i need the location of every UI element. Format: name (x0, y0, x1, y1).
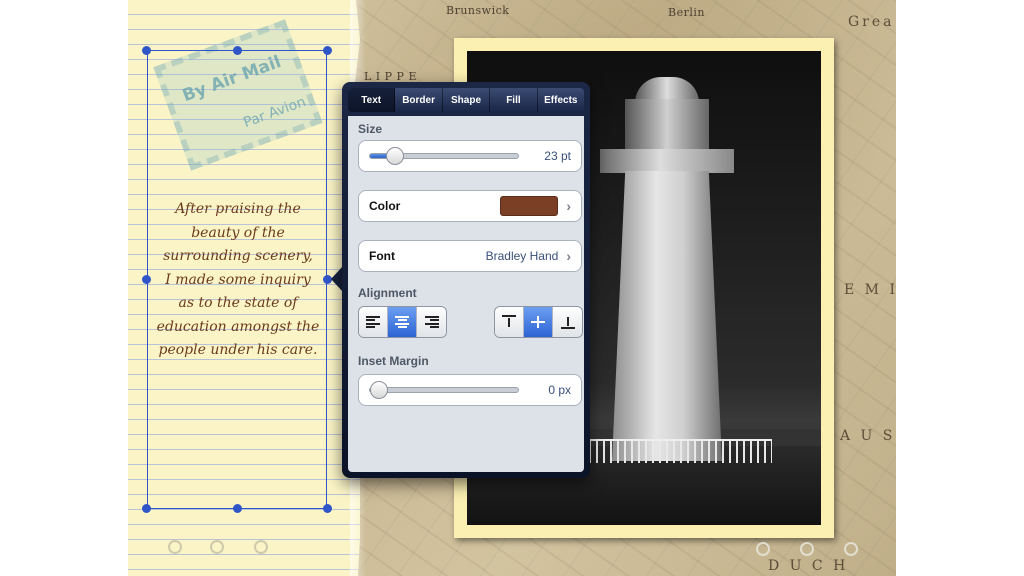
size-slider-knob[interactable] (385, 147, 404, 165)
inset-row: 0 px (358, 374, 582, 406)
lighthouse (612, 171, 722, 461)
resize-handle[interactable] (233, 46, 242, 55)
gear-icon[interactable] (210, 540, 224, 554)
tab-border[interactable]: Border (395, 88, 443, 112)
chevron-right-icon: › (566, 248, 571, 264)
tab-shape[interactable]: Shape (443, 88, 491, 112)
size-slider[interactable] (369, 147, 519, 165)
format-popover: Text Border Shape Fill Effects Size 23 p… (342, 82, 590, 478)
font-value: Bradley Hand (485, 249, 559, 263)
tab-fill[interactable]: Fill (490, 88, 538, 112)
text-box-selection[interactable] (147, 50, 327, 509)
color-row[interactable]: Color › (358, 190, 582, 222)
font-label: Font (369, 249, 395, 263)
align-middle-button[interactable] (524, 307, 553, 337)
resize-handle[interactable] (323, 46, 332, 55)
alignment-section-label: Alignment (358, 286, 417, 300)
align-center-button[interactable] (388, 307, 417, 337)
align-middle-icon (531, 315, 545, 329)
inset-slider[interactable] (369, 381, 519, 399)
chevron-right-icon: › (566, 198, 571, 214)
map-label: D U C H (768, 558, 849, 574)
vertical-alignment-control (494, 306, 583, 338)
align-top-icon (502, 315, 516, 329)
tab-text[interactable]: Text (348, 88, 396, 112)
align-bottom-icon (560, 315, 575, 329)
map-label: Brunswick (446, 4, 510, 17)
tab-effects[interactable]: Effects (538, 88, 584, 112)
resize-handle[interactable] (142, 46, 151, 55)
resize-handle[interactable] (142, 275, 151, 284)
inset-value: 0 px (548, 383, 571, 397)
resize-handle[interactable] (142, 504, 151, 513)
align-left-icon (366, 316, 380, 328)
align-center-icon (395, 316, 409, 328)
align-right-button[interactable] (417, 307, 446, 337)
list-icon[interactable] (800, 542, 814, 556)
align-left-button[interactable] (359, 307, 388, 337)
font-row[interactable]: Font Bradley Hand › (358, 240, 582, 272)
canvas: Brunswick Berlin L I P P E Grea E M I A … (128, 0, 896, 576)
map-label: Berlin (668, 6, 705, 19)
redo-icon[interactable] (254, 540, 268, 554)
size-row: 23 pt (358, 140, 582, 172)
size-section-label: Size (358, 122, 383, 136)
align-top-button[interactable] (495, 307, 524, 337)
align-bottom-button[interactable] (553, 307, 582, 337)
resize-handle[interactable] (323, 504, 332, 513)
format-tabs: Text Border Shape Fill Effects (348, 88, 584, 112)
horizontal-alignment-control (358, 306, 447, 338)
undo-icon[interactable] (168, 540, 182, 554)
popover-body: Size 23 pt Color › Font Bradley Hand › A… (348, 116, 584, 472)
map-label: A U S T (840, 428, 896, 444)
map-label: E M I A (844, 282, 896, 298)
inset-slider-knob[interactable] (370, 381, 388, 399)
layers-icon[interactable] (756, 542, 770, 556)
inset-section-label: Inset Margin (358, 354, 429, 368)
map-label: Grea (848, 14, 895, 30)
color-label: Color (369, 199, 401, 213)
align-right-icon (424, 316, 439, 328)
color-swatch (500, 196, 559, 216)
add-icon[interactable] (844, 542, 858, 556)
resize-handle[interactable] (233, 504, 242, 513)
size-value: 23 pt (544, 149, 571, 163)
